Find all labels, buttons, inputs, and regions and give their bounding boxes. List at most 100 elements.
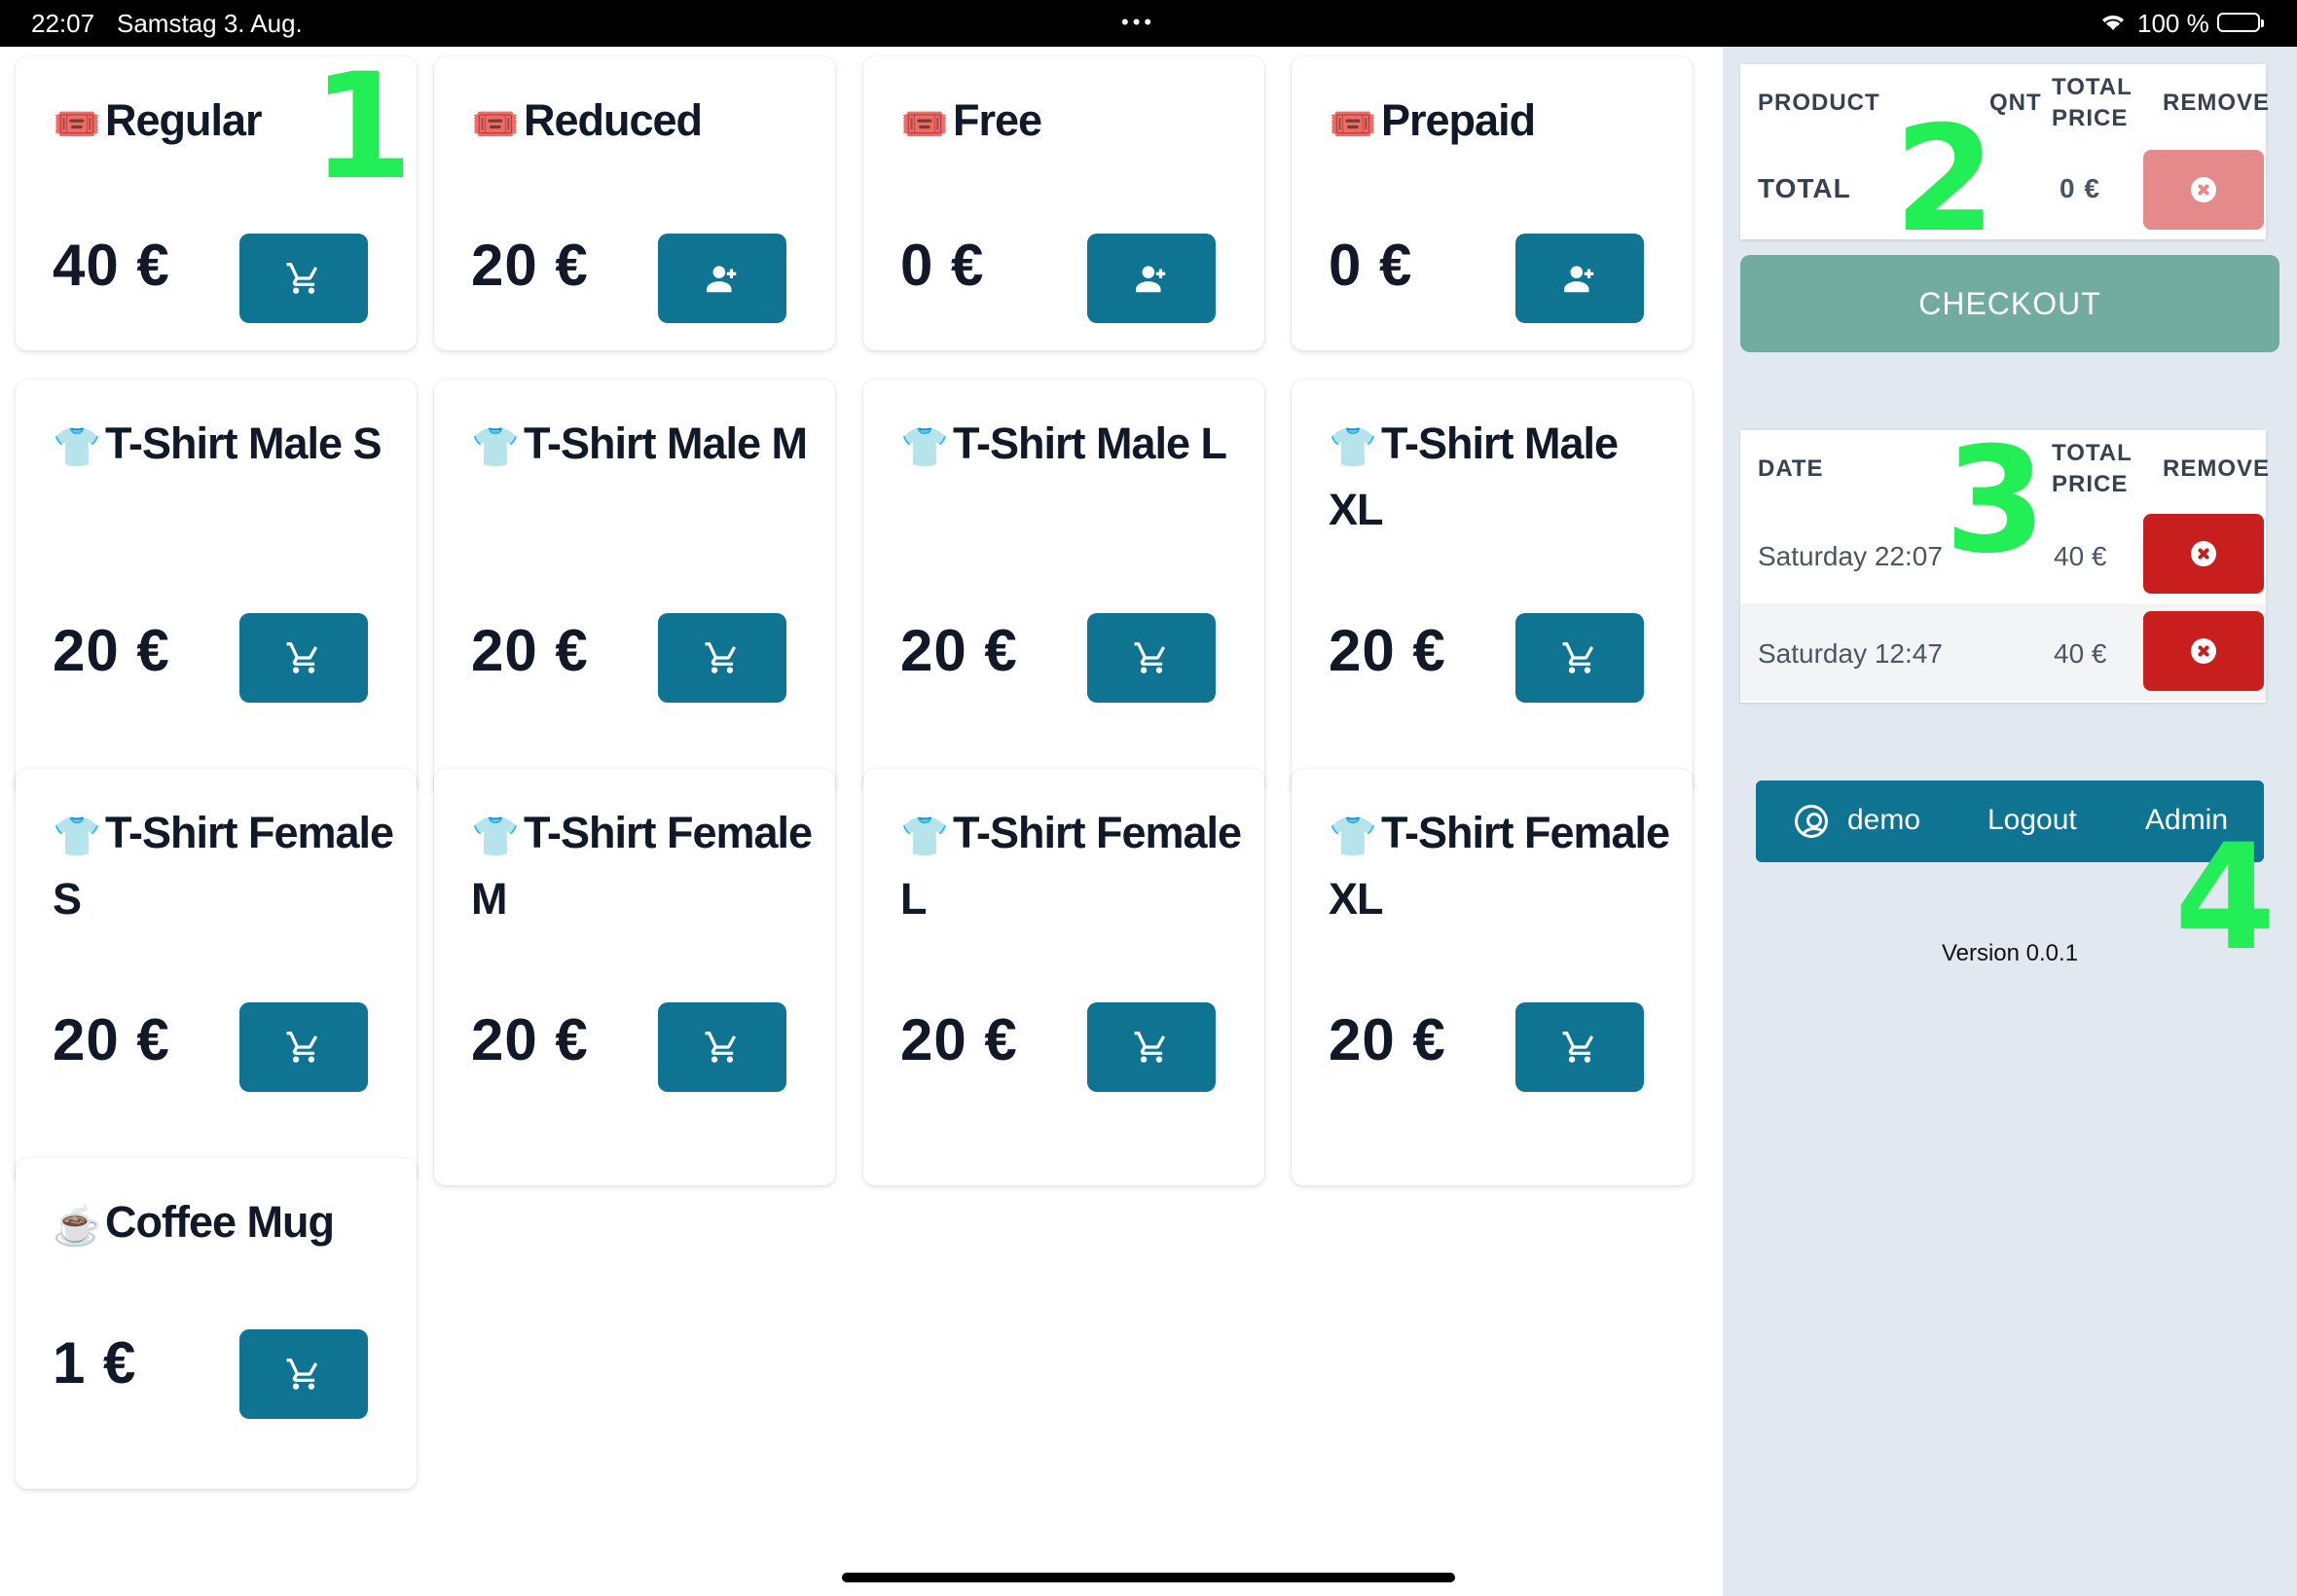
history-total: 40 € [2054,541,2107,571]
add-person-button[interactable] [1087,234,1216,323]
status-bar: 22:07 Samstag 3. Aug. ••• 100 % [0,0,2297,47]
annotation-marker-4: 4 [2174,814,2277,983]
product-card: 👕 T-Shirt Female L 20 € [863,769,1264,1185]
remove-history-button[interactable] [2143,514,2264,594]
product-price: 40 € [53,233,170,298]
cart-icon [286,263,318,294]
close-circle-icon [2191,177,2216,202]
product-title: ☕ Coffee Mug [53,1191,403,1257]
product-name: T-Shirt Male S [105,418,383,468]
product-price: 20 € [471,233,589,298]
add-person-icon [707,266,737,293]
product-price: 20 € [471,1007,589,1072]
col-header-remove: REMOVE [2163,90,2271,116]
col-header-qnt: QNT [1989,90,2042,116]
add-person-icon [1564,266,1594,293]
product-title: 👕 T-Shirt Female XL [1329,802,1679,930]
annotation-marker-2: 2 [1894,95,1996,265]
cart-icon [1134,1032,1166,1063]
user-circle-icon [1795,805,1828,838]
product-name: T-Shirt Female L [900,808,1242,924]
product-card: 🎟️ Free 0 € [863,56,1264,350]
product-title: 👕 T-Shirt Male XL [1329,413,1679,541]
product-name: T-Shirt Male M [524,418,808,468]
product-name: T-Shirt Female XL [1329,808,1670,924]
product-card: 👕 T-Shirt Female S 20 € [16,769,417,1185]
ticket-icon: 🎟️ [900,103,949,146]
product-name: Reduced [524,95,703,145]
add-person-button[interactable] [1515,234,1644,323]
product-title: 👕 T-Shirt Male M [471,413,821,479]
close-circle-icon [2191,541,2216,566]
remove-history-button[interactable] [2143,611,2264,691]
multitasking-dots-icon[interactable]: ••• [1121,10,1155,35]
add-to-cart-button[interactable] [239,234,368,323]
cart-panel: PRODUCT QNT TOTAL PRICE REMOVE TOTAL 0 € [1740,64,2269,239]
tshirt-icon: 👕 [1329,816,1377,858]
product-title: 🎟️ Prepaid [1329,90,1679,156]
product-price: 20 € [900,1007,1018,1072]
tshirt-icon: 👕 [471,816,520,858]
cart-icon [705,1032,737,1063]
add-to-cart-button[interactable] [1515,613,1644,703]
product-card: 👕 T-Shirt Female XL 20 € [1292,769,1693,1185]
cart-icon [1134,642,1166,673]
product-card: 👕 T-Shirt Male S 20 € [16,380,417,796]
battery-icon [2217,13,2264,32]
add-to-cart-button[interactable] [1087,1002,1216,1092]
product-name: Prepaid [1381,95,1536,145]
close-circle-icon [2191,638,2216,664]
add-to-cart-button[interactable] [658,1002,786,1092]
add-to-cart-button[interactable] [658,613,786,703]
add-to-cart-button[interactable] [239,1002,368,1092]
add-to-cart-button[interactable] [1515,1002,1644,1092]
cart-icon [286,642,318,673]
add-person-icon [1136,266,1166,293]
product-card: 👕 T-Shirt Female M 20 € [434,769,835,1185]
add-to-cart-button[interactable] [239,1329,368,1419]
username-link[interactable]: demo [1847,804,1920,837]
product-title: 👕 T-Shirt Female L [900,802,1251,930]
clear-cart-button[interactable] [2143,150,2264,230]
add-to-cart-button[interactable] [239,613,368,703]
home-indicator[interactable] [842,1573,1455,1582]
product-price: 20 € [53,618,170,683]
product-name: Regular [105,95,263,145]
product-name: Free [953,95,1042,145]
history-date: Saturday 22:07 [1758,541,1943,571]
ticket-icon: 🎟️ [1329,103,1377,146]
col-header-total-price: TOTAL PRICE [2052,74,2133,131]
product-title: 🎟️ Free [900,90,1251,156]
col-header-date: DATE [1758,455,1824,482]
cart-icon [705,642,737,673]
logout-link[interactable]: Logout [1987,804,2077,837]
product-card: 👕 T-Shirt Male XL 20 € [1292,380,1693,796]
coffee-cup-icon: ☕ [53,1205,101,1248]
col-header-total-price: TOTAL PRICE [2052,440,2133,497]
product-card: 👕 T-Shirt Male L 20 € [863,380,1264,796]
product-card: 🎟️ Prepaid 0 € [1292,56,1693,350]
product-price: 20 € [471,618,589,683]
cart-icon [1562,1032,1594,1063]
tshirt-icon: 👕 [900,816,949,858]
add-to-cart-button[interactable] [1087,613,1216,703]
product-card: ☕ Coffee Mug 1 € [16,1158,417,1489]
status-time: 22:07 [31,9,95,38]
history-total: 40 € [2054,638,2107,669]
product-name: T-Shirt Female M [471,808,813,924]
ticket-icon: 🎟️ [53,103,101,146]
product-card: 🎟️ Reduced 20 € [434,56,835,350]
product-name: Coffee Mug [105,1197,335,1247]
product-card: 👕 T-Shirt Male M 20 € [434,380,835,796]
product-name: T-Shirt Female S [53,808,394,924]
tshirt-icon: 👕 [900,426,949,469]
product-title: 👕 T-Shirt Male S [53,413,403,479]
history-date: Saturday 12:47 [1758,638,1943,669]
history-row: Saturday 12:47 40 € [1740,603,2266,701]
cart-icon [1562,642,1594,673]
battery-percent: 100 % [2137,9,2209,38]
checkout-button[interactable]: CHECKOUT [1740,255,2279,352]
add-person-button[interactable] [658,234,786,323]
product-price: 20 € [53,1007,170,1072]
product-price: 20 € [900,618,1018,683]
